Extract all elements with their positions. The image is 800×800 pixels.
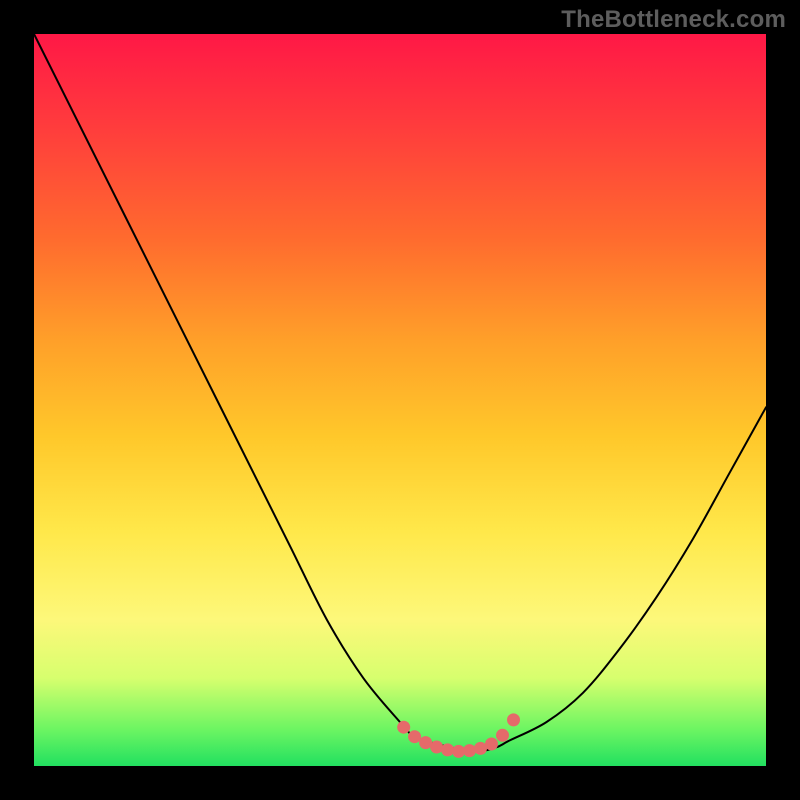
highlight-dot (397, 721, 410, 734)
plot-area (34, 34, 766, 766)
highlight-dot (463, 744, 476, 757)
highlight-dot (507, 713, 520, 726)
highlight-dot (408, 730, 421, 743)
highlight-dot (485, 738, 498, 751)
chart-frame: TheBottleneck.com (0, 0, 800, 800)
bottleneck-curve (34, 34, 766, 751)
curve-svg (34, 34, 766, 766)
watermark-text: TheBottleneck.com (561, 6, 786, 34)
highlight-dot (441, 743, 454, 756)
highlight-dots (397, 713, 520, 758)
highlight-dot (496, 729, 509, 742)
highlight-dot (430, 741, 443, 754)
